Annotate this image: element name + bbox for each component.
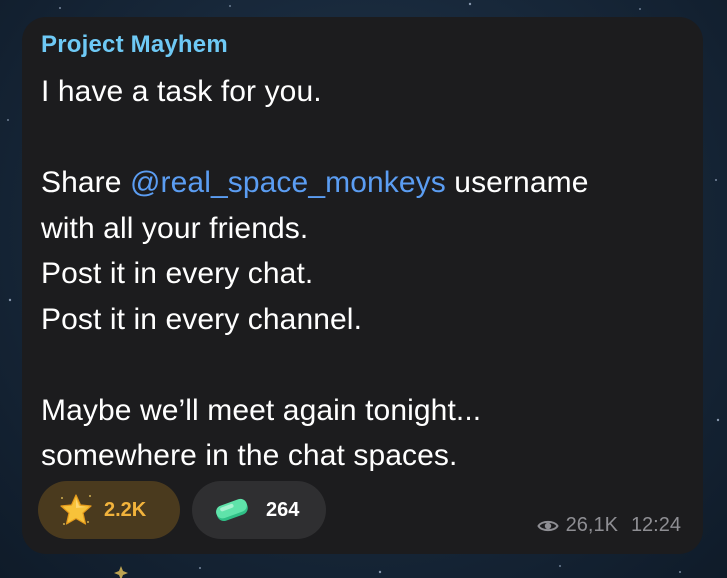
text-segment: Post it in every chat.: [41, 257, 314, 290]
text-segment: somewhere in the chat spaces.: [41, 439, 458, 472]
star-reaction-button[interactable]: 2.2K: [38, 481, 180, 539]
eye-icon: [537, 520, 559, 531]
text-segment: Share: [41, 166, 130, 199]
message-line: Share @real_space_monkeys username: [41, 160, 691, 206]
soap-icon: [216, 498, 248, 522]
text-segment: username: [445, 166, 589, 199]
message-time: 12:24: [630, 514, 681, 536]
star-icon: [60, 494, 92, 525]
message-line: with all your friends.: [41, 206, 691, 252]
message-line: Maybe we’ll meet again tonight...: [41, 388, 691, 434]
message-text: I have a task for you. Share @real_space…: [41, 69, 691, 479]
message-line: somewhere in the chat spaces.: [41, 433, 691, 479]
username-mention-link[interactable]: @real_space_monkeys: [130, 166, 446, 199]
message-line: I have a task for you.: [41, 69, 691, 115]
message-meta: 26,1K 12:24: [537, 514, 681, 537]
text-segment: I have a task for you.: [41, 75, 322, 108]
message-bubble: Project Mayhem I have a task for you. Sh…: [22, 17, 703, 554]
message-line: Post it in every chat.: [41, 251, 691, 297]
view-count: 26,1K: [565, 514, 618, 536]
text-segment: Post it in every channel.: [41, 302, 363, 336]
star-reaction-count: 2.2K: [104, 498, 147, 521]
sender-name[interactable]: Project Mayhem: [41, 31, 228, 59]
soap-reaction-count: 264: [266, 498, 300, 521]
message-line: Post it in every channel.: [41, 297, 691, 343]
text-segment: Maybe we’ll meet again tonight...: [41, 393, 482, 427]
text-segment: with all your friends.: [41, 211, 309, 245]
soap-reaction-button[interactable]: 264: [192, 481, 326, 539]
